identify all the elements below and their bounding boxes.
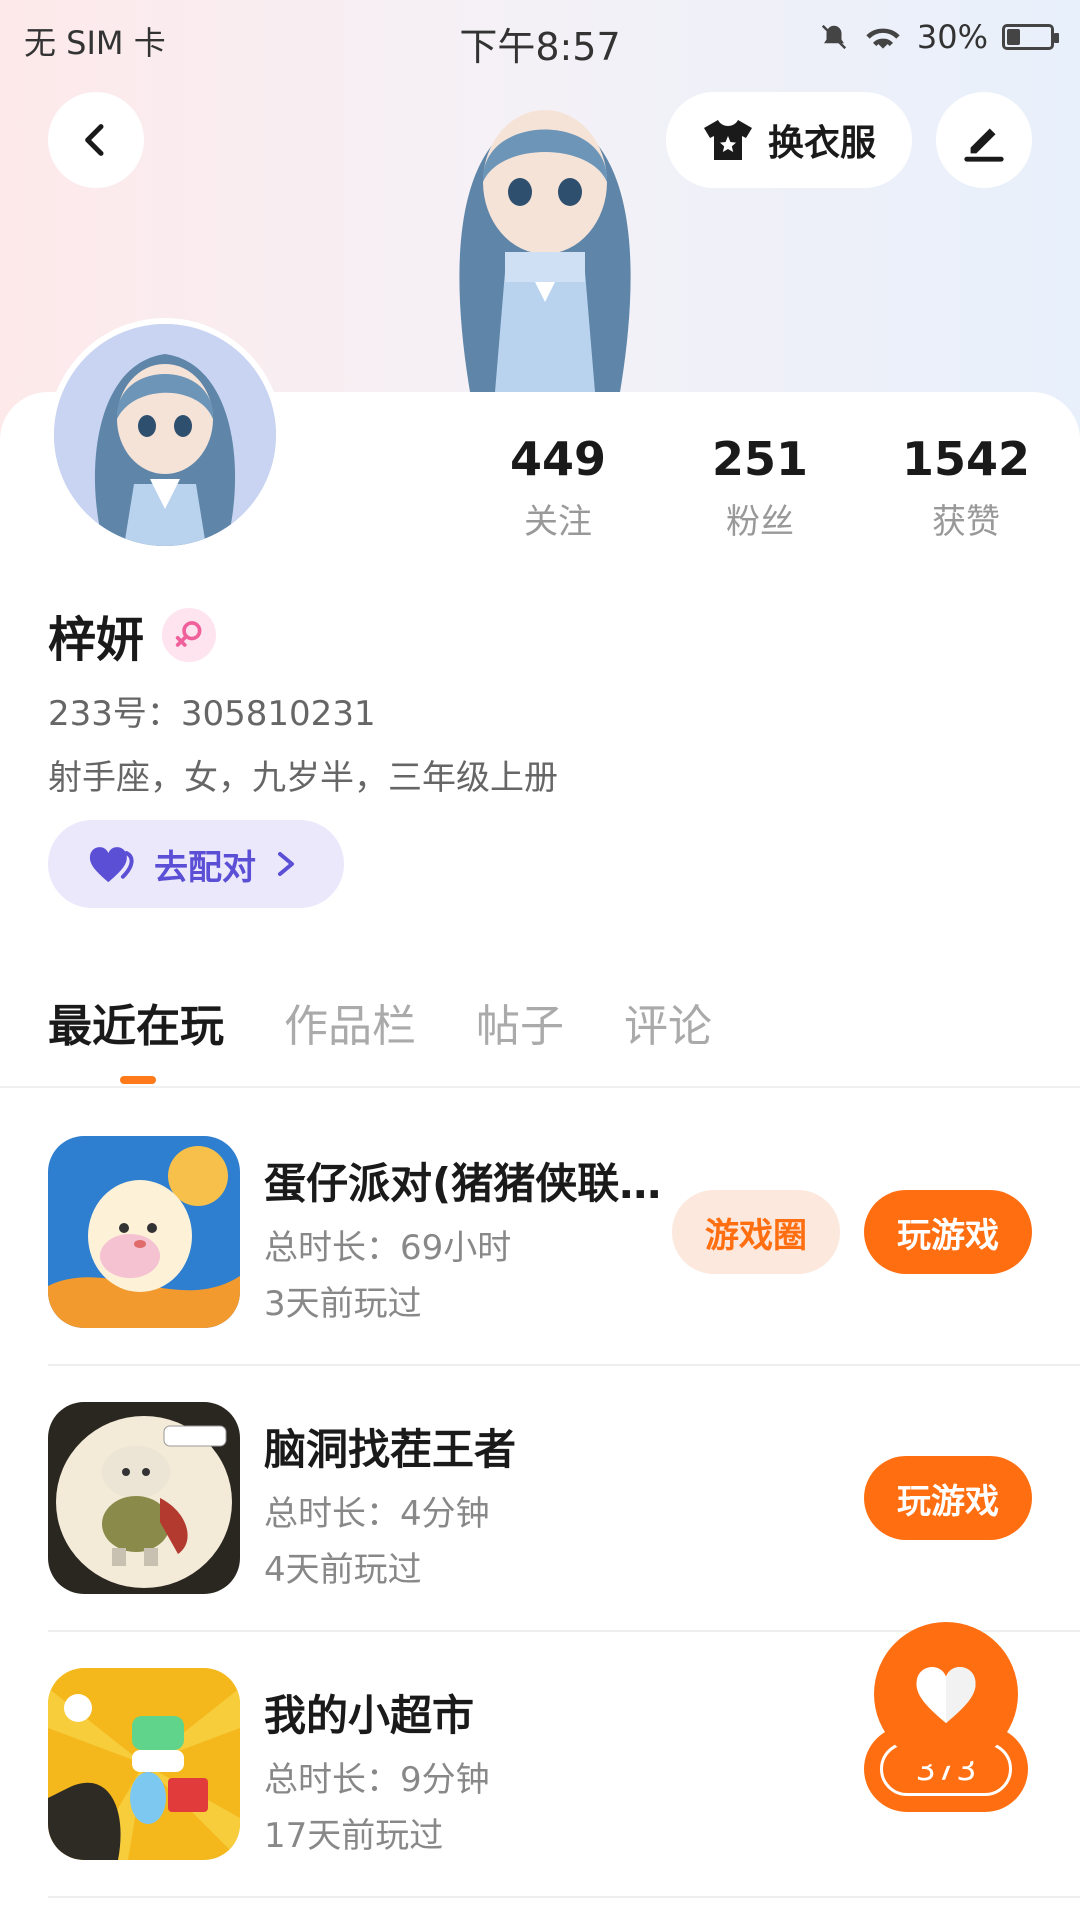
game-icon-my-supermarket	[48, 1668, 240, 1860]
game-title: 我的小超市	[264, 1691, 475, 1740]
female-icon	[162, 608, 217, 662]
user-id: 233号：305810231	[48, 694, 376, 734]
play-game-button[interactable]: 玩游戏	[864, 1456, 1032, 1540]
edit-profile-button[interactable]	[936, 92, 1032, 188]
tab-recent-played[interactable]: 最近在玩	[48, 990, 224, 1054]
stat-label: 获赞	[932, 502, 1000, 542]
tab-comments[interactable]: 评论	[624, 990, 712, 1054]
game-title: 蛋仔派对(猪猪侠联...	[264, 1159, 664, 1208]
user-name: 梓妍	[48, 612, 145, 668]
stat-followers[interactable]: 251 粉丝	[660, 432, 860, 543]
game-duration: 总时长：69小时	[264, 1228, 512, 1268]
stat-label: 关注	[524, 502, 592, 542]
bell-off-icon	[821, 24, 847, 50]
stat-following[interactable]: 449 关注	[458, 432, 658, 543]
like-button[interactable]: 373	[864, 1622, 1028, 1818]
game-circle-button[interactable]: 游戏圈	[672, 1190, 840, 1274]
list-item[interactable]: 脑洞找茬王者 总时长：4分钟 4天前玩过 玩游戏	[48, 1402, 1032, 1602]
stat-value: 251	[711, 432, 809, 486]
stat-value: 449	[509, 432, 607, 486]
heart-icon	[89, 847, 134, 883]
game-duration: 总时长：9分钟	[264, 1760, 490, 1800]
tab-posts[interactable]: 帖子	[476, 990, 564, 1054]
game-duration: 总时长：4分钟	[264, 1494, 490, 1534]
game-icon-eggy-party	[48, 1136, 240, 1328]
stat-label: 粉丝	[726, 502, 794, 542]
game-last-played: 4天前玩过	[264, 1550, 422, 1590]
shirt-icon	[703, 120, 752, 160]
list-item[interactable]: 蛋仔派对(猪猪侠联... 总时长：69小时 3天前玩过 游戏圈 玩游戏	[48, 1136, 1032, 1336]
back-icon	[85, 124, 104, 156]
game-icon-find-difference	[48, 1402, 240, 1594]
game-last-played: 17天前玩过	[264, 1816, 444, 1856]
character-figure	[410, 72, 680, 392]
tab-indicator	[120, 1076, 156, 1084]
list-divider	[48, 1896, 1080, 1898]
game-title: 脑洞找茬王者	[264, 1425, 517, 1474]
match-button[interactable]: 去配对	[48, 820, 344, 908]
like-heart-icon	[916, 1666, 976, 1724]
list-divider	[48, 1364, 1080, 1366]
stat-value: 1542	[901, 432, 1031, 486]
chevron-right-icon	[278, 852, 294, 876]
profile-tabs: 最近在玩 作品栏 帖子 评论	[48, 990, 712, 1054]
avatar[interactable]	[48, 318, 282, 552]
play-game-button[interactable]: 玩游戏	[864, 1190, 1032, 1274]
game-last-played: 3天前玩过	[264, 1284, 422, 1324]
name-row: 梓妍	[48, 600, 217, 670]
stat-likes[interactable]: 1542 获赞	[866, 432, 1066, 543]
change-outfit-label: 换衣服	[767, 123, 876, 164]
wifi-icon	[866, 28, 900, 49]
back-button[interactable]	[48, 92, 144, 188]
tab-works[interactable]: 作品栏	[284, 990, 416, 1054]
like-circle[interactable]	[874, 1622, 1018, 1766]
user-bio: 射手座，女，九岁半，三年级上册	[48, 758, 558, 798]
status-bar: 无 SIM 卡 下午8:57 30%	[0, 0, 1080, 80]
edit-icon	[964, 128, 1004, 162]
battery-percent: 30%	[916, 18, 988, 56]
match-label: 去配对	[154, 847, 256, 888]
battery-icon	[1002, 24, 1059, 50]
tabs-divider	[0, 1086, 1080, 1088]
change-outfit-button[interactable]: 换衣服	[666, 92, 912, 188]
